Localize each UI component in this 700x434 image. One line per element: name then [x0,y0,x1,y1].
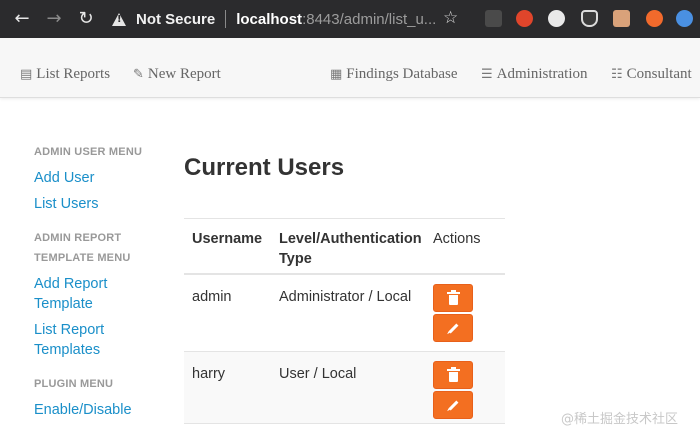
sidebar-heading-plugin-menu: PLUGIN MENU [34,378,114,390]
fox-extension-icon[interactable] [646,10,663,27]
cell-level: User / Local [279,366,357,382]
trash-icon [446,366,460,382]
bookmark-star-icon[interactable]: ☆ [443,8,458,28]
column-header-actions: Actions [433,231,481,247]
link-line: List Report [34,322,105,338]
column-header-type: Type [279,251,312,267]
nav-consultant[interactable]: ☷ Consultant [611,66,692,83]
link-line: Template [34,296,93,312]
adblock-extension-icon[interactable] [516,10,533,27]
table-row: admin Administrator / Local [184,275,505,352]
pencil-icon [448,323,458,333]
puzzle-extension-icon[interactable] [548,10,565,27]
url-path: :8443/admin/list_u... [302,10,437,28]
sidebar-heading-report-menu-cont: TEMPLATE MENU [34,252,131,264]
forward-icon[interactable]: → [44,9,64,29]
document-icon: ▤ [20,67,33,82]
address-divider [225,10,227,28]
cell-username: admin [192,289,232,305]
sidebar-list-users-link[interactable]: List Users [34,194,164,214]
sidebar-add-report-template-link[interactable]: Add Report Template [34,274,164,314]
admin-sidebar: ADMIN USER MENU Add User List Users ADMI… [34,140,164,420]
nav-new-report[interactable]: ✎ New Report [133,66,221,83]
nav-findings-database[interactable]: ▦ Findings Database [330,66,458,83]
nav-label: List Reports [36,66,111,82]
avatar-extension-icon[interactable] [613,10,630,27]
drive-extension-icon[interactable] [485,10,502,27]
address-bar[interactable]: Not Secure localhost :8443/admin/list_u.… [112,7,436,31]
id-card-icon: ☷ [611,67,623,82]
app-navbar: ▤ List Reports ✎ New Report ▦ Findings D… [0,38,700,98]
google-extension-icon[interactable] [676,10,693,27]
edit-user-button[interactable] [433,391,473,419]
edit-icon: ✎ [133,67,144,82]
sitemap-icon: ▦ [330,67,343,82]
back-icon[interactable]: ← [12,9,32,29]
sidebar-list-report-templates-link[interactable]: List Report Templates [34,320,164,360]
url-host: localhost [236,10,303,28]
watermark: @稀土掘金技术社区 [561,412,679,427]
cell-username: harry [192,366,226,382]
delete-user-button[interactable] [433,361,473,389]
column-header-username: Username [192,231,263,247]
table-header: Username Level/Authentication Type Actio… [184,218,505,275]
sidebar-heading-report-menu: ADMIN REPORT [34,232,122,244]
shield-extension-icon[interactable] [581,10,598,27]
table-row: harry User / Local [184,352,505,424]
sidebar-add-user-link[interactable]: Add User [34,168,164,188]
sidebar-heading-user-menu: ADMIN USER MENU [34,146,143,158]
nav-label: Findings Database [346,66,458,82]
browser-toolbar: ← → ↻ Not Secure localhost :8443/admin/l… [0,0,700,38]
link-line: Add Report [34,276,108,292]
sidebar-enable-disable-link[interactable]: Enable/Disable [34,400,164,420]
nav-label: Consultant [626,66,692,82]
nav-label: New Report [147,66,221,82]
link-line: Templates [34,342,101,358]
delete-user-button[interactable] [433,284,473,312]
nav-label: Administration [496,66,588,82]
reload-icon[interactable]: ↻ [76,9,96,29]
pencil-icon [448,400,458,410]
nav-list-reports[interactable]: ▤ List Reports [20,66,110,83]
page-title: Current Users [184,154,345,181]
nav-administration[interactable]: ☰ Administration [481,66,587,83]
trash-icon [446,289,460,305]
list-icon: ☰ [481,67,493,82]
security-indicator: Not Secure [136,10,216,28]
edit-user-button[interactable] [433,314,473,342]
warning-icon [112,12,126,26]
cell-level: Administrator / Local [279,289,412,305]
column-header-level: Level/Authentication [279,231,422,247]
